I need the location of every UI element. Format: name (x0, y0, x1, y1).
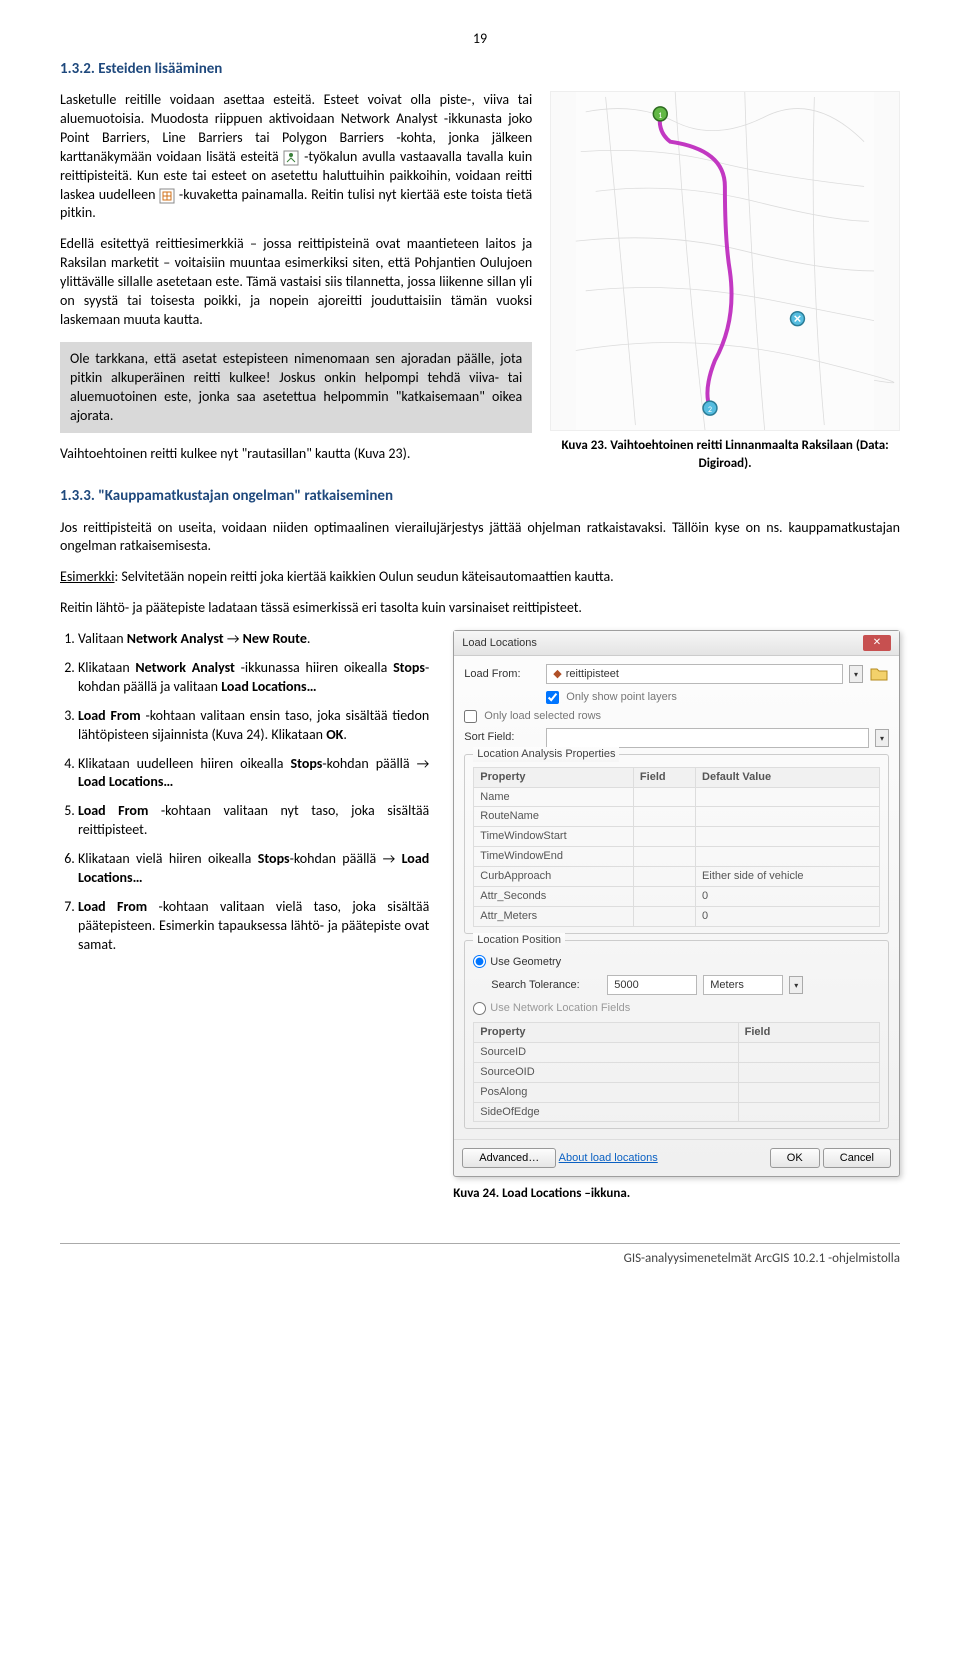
only-point-layers-label: Only show point layers (566, 690, 677, 705)
use-geometry-radio[interactable] (473, 955, 486, 968)
svg-text:1: 1 (658, 111, 662, 121)
dialog-title: Load Locations (462, 636, 537, 651)
list-item: Klikataan vielä hiiren oikealla Stops-ko… (78, 850, 435, 888)
location-analysis-group: Location Analysis Properties Property Fi… (464, 754, 889, 934)
s1-p1: Lasketulle reitille voidaan asettaa este… (60, 91, 532, 146)
chevron-down-icon[interactable]: ▾ (875, 729, 889, 747)
s1-p2a: uudelleen (99, 186, 159, 203)
svg-text:2: 2 (708, 405, 712, 415)
sort-field-label: Sort Field: (464, 730, 540, 745)
use-geometry-label: Use Geometry (490, 955, 561, 970)
advanced-button[interactable]: Advanced… (462, 1148, 556, 1168)
sort-field-input[interactable] (546, 728, 869, 748)
browse-folder-icon[interactable] (869, 665, 889, 683)
s2-p3: Reitin lähtö- ja päätepiste ladataan täs… (60, 599, 900, 618)
table-row: SourceID (474, 1043, 880, 1063)
only-point-layers-checkbox[interactable] (546, 691, 559, 704)
table-row: TimeWindowStart (474, 827, 880, 847)
list-item: Load From -kohtaan valitaan nyt taso, jo… (78, 802, 435, 840)
steps-list: Valitaan Network Analyst → New Route. Kl… (78, 630, 435, 954)
s2-p2-label: Esimerkki (60, 568, 115, 585)
table-row: CurbApproachEither side of vehicle (474, 867, 880, 887)
network-fields-table: PropertyField SourceID SourceOID PosAlon… (473, 1022, 880, 1122)
solve-tool-icon (159, 188, 175, 202)
only-selected-rows-checkbox[interactable] (464, 710, 477, 723)
table-row: Name (474, 787, 880, 807)
location-position-group: Location Position Use Geometry Search To… (464, 940, 889, 1130)
point-layer-icon: ◆ (553, 667, 561, 682)
table-row: SideOfEdge (474, 1102, 880, 1122)
use-network-fields-radio[interactable] (473, 1002, 486, 1015)
search-tolerance-label: Search Tolerance: (491, 978, 601, 993)
only-selected-rows-label: Only load selected rows (484, 709, 601, 724)
map-figure-23: 1 2 (550, 91, 900, 431)
section-1-text-column: Lasketulle reitille voidaan asettaa este… (60, 91, 532, 476)
callout-box: Ole tarkkana, että asetat estepisteen ni… (60, 342, 532, 434)
load-from-input[interactable]: ◆ reittipisteet (546, 664, 843, 684)
page-footer: GIS-analyysimenetelmät ArcGIS 10.2.1 -oh… (60, 1243, 900, 1268)
table-row: PosAlong (474, 1082, 880, 1102)
use-network-fields-label: Use Network Location Fields (490, 1001, 630, 1016)
table-row: RouteName (474, 807, 880, 827)
table-row: TimeWindowEnd (474, 847, 880, 867)
search-tolerance-input[interactable]: 5000 (607, 975, 697, 995)
s1-p3: Edellä esitettyä reittiesimerkkiä – joss… (60, 235, 532, 329)
section-1-heading: 1.3.2. Esteiden lisääminen (60, 59, 900, 79)
ok-button[interactable]: OK (770, 1148, 820, 1168)
list-item: Load From -kohtaan valitaan vielä taso, … (78, 898, 435, 955)
s1-p1b: karttanäkymään voidaan lisätä esteitä (60, 148, 283, 165)
table-row: Attr_Seconds0 (474, 886, 880, 906)
search-tolerance-unit[interactable]: Meters (703, 975, 783, 995)
point-barrier-tool-icon (283, 150, 299, 164)
chevron-down-icon[interactable]: ▾ (789, 976, 803, 994)
table-row: Attr_Meters0 (474, 906, 880, 926)
analysis-properties-table[interactable]: Property Field Default Value Name RouteN… (473, 767, 880, 927)
page-number: 19 (60, 30, 900, 49)
list-item: Klikataan uudelleen hiiren oikealla Stop… (78, 755, 435, 793)
about-link[interactable]: About load locations (559, 1152, 658, 1164)
close-icon[interactable]: ✕ (863, 635, 891, 651)
s2-p1: Jos reittipisteitä on useita, voidaan ni… (60, 519, 900, 557)
chevron-down-icon[interactable]: ▾ (849, 665, 863, 683)
load-locations-dialog: Load Locations ✕ Load From: ◆ reittipist… (453, 630, 900, 1177)
s2-p2-text: : Selvitetään nopein reitti joka kiertää… (115, 568, 614, 585)
s1-p4: Vaihtoehtoinen reitti kulkee nyt "rautas… (60, 445, 532, 464)
list-item: Load From -kohtaan valitaan ensin taso, … (78, 707, 435, 745)
load-from-label: Load From: (464, 667, 540, 682)
list-item: Klikataan Network Analyst -ikkunassa hii… (78, 659, 435, 697)
figure-24-caption: Kuva 24. Load Locations –ikkuna. (453, 1185, 900, 1203)
figure-23-caption: Kuva 23. Vaihtoehtoinen reitti Linnanmaa… (550, 437, 900, 472)
list-item: Valitaan Network Analyst → New Route. (78, 630, 435, 649)
table-row: SourceOID (474, 1062, 880, 1082)
cancel-button[interactable]: Cancel (823, 1148, 891, 1168)
section-2-heading: 1.3.3. "Kauppamatkustajan ongelman" ratk… (60, 486, 900, 506)
